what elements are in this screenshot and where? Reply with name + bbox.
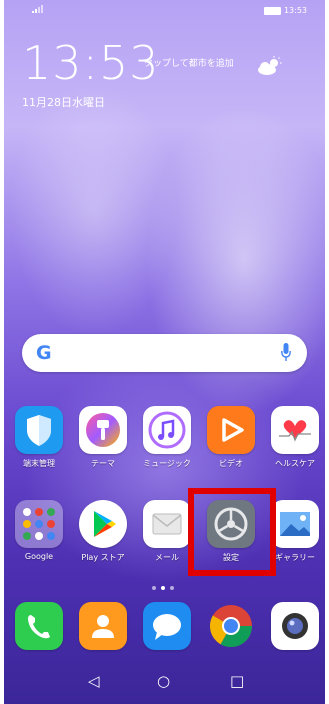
app-label: Google: [24, 552, 54, 561]
app-health[interactable]: ヘルスケア: [263, 406, 325, 469]
folder-google[interactable]: Google: [7, 500, 71, 561]
back-button[interactable]: ◁: [88, 672, 100, 690]
status-time: 13:53: [283, 6, 307, 15]
google-logo: G: [36, 342, 52, 364]
dock-contacts[interactable]: [71, 602, 135, 650]
clock-time[interactable]: 13:53: [22, 40, 160, 86]
app-label: ビデオ: [219, 459, 243, 468]
envelope-icon: [143, 500, 191, 548]
app-label: 端末管理: [23, 459, 55, 468]
page-dot: [152, 586, 156, 590]
messages-icon: [143, 602, 191, 650]
app-label: ミュージック: [143, 459, 191, 468]
app-themes[interactable]: テーマ: [71, 406, 135, 469]
camera-icon: [271, 602, 319, 650]
dock-phone[interactable]: [7, 602, 71, 650]
recents-button[interactable]: □: [230, 672, 244, 690]
music-note-icon: [143, 406, 191, 454]
settings-highlight-box: [188, 488, 276, 576]
home-button[interactable]: ○: [157, 672, 170, 690]
app-label: テーマ: [91, 459, 115, 468]
contacts-icon: [79, 602, 127, 650]
app-music[interactable]: ミュージック: [135, 406, 199, 469]
date-label: 11月28日水曜日: [22, 96, 105, 109]
paintbrush-icon: [79, 406, 127, 454]
battery-icon: [263, 6, 281, 15]
dock-chrome[interactable]: [199, 602, 263, 650]
home-screen: 13:53 13:53 タップして都市を追加 11月28日水曜日 G 端末管理 …: [4, 0, 325, 704]
dock-messages[interactable]: [135, 602, 199, 650]
navigation-bar: ◁ ○ □: [4, 660, 325, 704]
dock-camera[interactable]: [263, 602, 325, 650]
folder-icon: [15, 500, 63, 548]
shield-icon: [15, 406, 63, 454]
page-dot-active: [161, 586, 165, 590]
app-device-manager[interactable]: 端末管理: [7, 406, 71, 469]
app-label: ヘルスケア: [275, 459, 315, 468]
app-label: Play ストア: [81, 553, 125, 562]
app-video[interactable]: ビデオ: [199, 406, 263, 469]
chrome-icon: [207, 602, 255, 650]
page-dot: [170, 586, 174, 590]
phone-icon: [15, 602, 63, 650]
weather-hint[interactable]: タップして都市を追加: [144, 58, 244, 71]
app-play-store[interactable]: Play ストア: [71, 500, 135, 563]
partly-cloudy-icon[interactable]: [256, 56, 284, 76]
page-indicator: [152, 586, 174, 590]
battery-indicator: 13:53: [263, 6, 307, 15]
google-search-bar[interactable]: G: [22, 334, 307, 372]
heart-icon: [271, 406, 319, 454]
play-store-icon: [79, 500, 127, 548]
mic-icon[interactable]: [281, 343, 291, 363]
signal-icon: [32, 5, 44, 15]
gallery-icon: [271, 500, 319, 548]
play-icon: [207, 406, 255, 454]
